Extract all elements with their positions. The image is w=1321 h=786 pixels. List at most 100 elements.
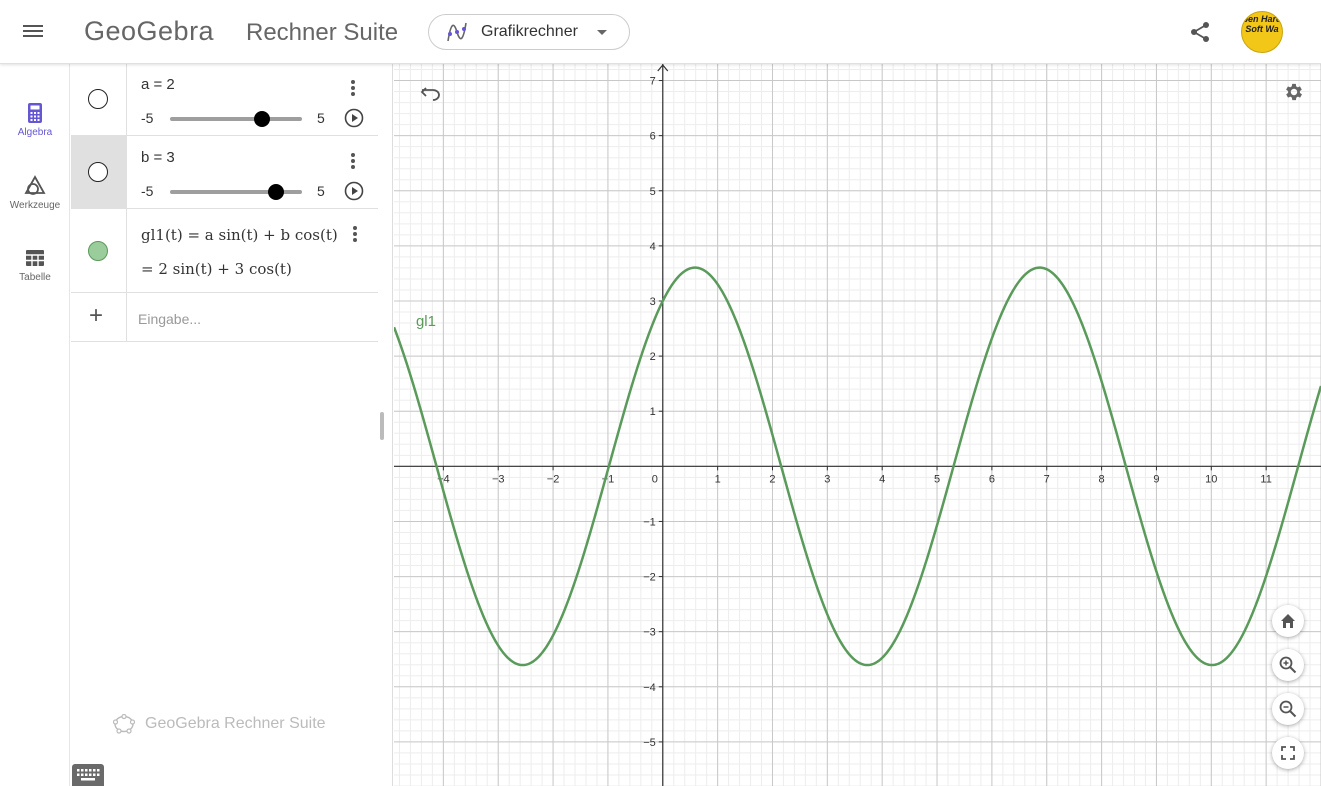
x-tick-label: 10	[1205, 473, 1217, 485]
x-tick-label: −2	[547, 473, 560, 485]
marble-column	[71, 64, 127, 135]
nav-rail: Algebra Werkzeuge Tabelle	[0, 64, 70, 786]
function-plot[interactable]: −4 −3 −2 −1 0 1 2 3 4 5 6 7 8 9 10 11−5−4−3−2−11234567 …	[394, 64, 1321, 786]
suite-title: Rechner Suite	[246, 19, 399, 46]
curve-label[interactable]: gl1	[416, 313, 436, 330]
more-options-icon[interactable]	[352, 226, 358, 244]
x-tick-label: 0	[652, 473, 658, 485]
marble-column: +	[71, 293, 127, 341]
marble-column	[71, 136, 127, 208]
x-tick-label: 7	[1044, 473, 1050, 485]
app-selector-dropdown[interactable]: Grafikrechner	[428, 14, 630, 50]
slider-min-label: -5	[141, 110, 154, 126]
zoom-in-button[interactable]	[1272, 649, 1304, 681]
rail-item-label: Werkzeuge	[9, 200, 61, 211]
share-icon[interactable]	[1188, 20, 1212, 44]
rail-item-werkzeuge[interactable]: Werkzeuge	[0, 175, 70, 235]
slider-thumb[interactable]	[254, 111, 271, 127]
play-icon[interactable]	[344, 108, 364, 128]
algebra-row-a[interactable]: a = 2 -5 5	[71, 64, 378, 136]
watermark-text: GeoGebra Rechner Suite	[145, 715, 326, 732]
keyboard-icon[interactable]	[72, 764, 104, 786]
gear-icon[interactable]	[1283, 81, 1305, 103]
menu-icon[interactable]	[22, 22, 46, 42]
geogebra-logo-icon	[113, 714, 135, 734]
x-tick-label: −3	[492, 473, 505, 485]
fullscreen-icon	[1281, 746, 1295, 760]
y-tick-label: 5	[650, 186, 656, 198]
algebra-input[interactable]	[138, 309, 368, 329]
y-tick-label: 2	[650, 351, 656, 363]
slider-thumb[interactable]	[267, 184, 284, 200]
y-tick-label: −5	[643, 737, 656, 749]
y-tick-label: −1	[643, 516, 656, 528]
visibility-toggle[interactable]	[88, 241, 108, 261]
x-tick-label: 6	[989, 473, 995, 485]
x-tick-label: 2	[769, 473, 775, 485]
undo-icon[interactable]	[420, 84, 442, 102]
y-tick-label: 1	[650, 406, 656, 418]
rail-item-label: Tabelle	[19, 272, 51, 283]
watermark: GeoGebra Rechner Suite	[113, 714, 326, 734]
zoom-out-icon	[1279, 700, 1297, 718]
slider-definition[interactable]: a = 2	[141, 76, 175, 93]
y-tick-label: 7	[650, 76, 656, 88]
zoom-out-button[interactable]	[1272, 693, 1304, 725]
slider-definition[interactable]: b = 3	[141, 149, 175, 166]
avatar-text: pen Hard Soft Wa	[1242, 14, 1282, 34]
slider-min-label: -5	[141, 183, 154, 199]
rail-item-algebra[interactable]: Algebra	[0, 102, 70, 162]
slider-max-label: 5	[317, 110, 325, 126]
y-tick-label: −3	[643, 627, 656, 639]
fullscreen-button[interactable]	[1272, 737, 1304, 769]
marble-column	[71, 209, 127, 292]
algebra-row-b[interactable]: b = 3 -5 5	[71, 136, 378, 209]
major-grid	[394, 64, 1321, 786]
x-tick-label: 9	[1153, 473, 1159, 485]
tick-labels: −4 −3 −2 −1 0 1 2 3 4 5 6 7 8 9 10 11−5−4−3−2−11234567	[437, 76, 1272, 749]
play-icon[interactable]	[344, 181, 364, 201]
x-tick-label: 1	[715, 473, 721, 485]
x-tick-label: 3	[824, 473, 830, 485]
algebra-panel: a = 2 -5 5 b = 3 -5 5 gl1(t) = a sin(t) …	[71, 64, 393, 786]
y-tick-label: 4	[650, 241, 656, 253]
home-icon	[1281, 614, 1295, 628]
y-tick-label: −4	[643, 682, 656, 694]
algebra-input-row[interactable]: +	[71, 293, 378, 342]
more-options-icon[interactable]	[350, 80, 356, 98]
calculator-icon	[28, 103, 42, 123]
slider-a-track[interactable]	[170, 111, 302, 127]
shapes-icon	[24, 175, 46, 195]
app-header: GeoGebra Rechner Suite Grafikrechner pen…	[0, 0, 1321, 64]
x-tick-label: 4	[879, 473, 885, 485]
graphing-app-icon	[447, 22, 467, 42]
algebra-row-function[interactable]: gl1(t) = a sin(t) + b cos(t) = 2 sin(t) …	[71, 209, 378, 293]
x-tick-label: 5	[934, 473, 940, 485]
visibility-toggle[interactable]	[88, 162, 108, 182]
x-tick-label: 11	[1260, 473, 1271, 485]
geogebra-logo[interactable]: GeoGebra	[84, 16, 214, 47]
x-tick-label: 8	[1099, 473, 1105, 485]
y-tick-label: 3	[650, 296, 656, 308]
slider-b-track[interactable]	[170, 184, 302, 200]
function-result: = 2 sin(t) + 3 cos(t)	[141, 260, 292, 278]
graphics-view[interactable]: −4 −3 −2 −1 0 1 2 3 4 5 6 7 8 9 10 11 −5 −4 −3 −2 −1 1 2 3 4 5 6 7 …	[394, 64, 1321, 786]
rail-item-tabelle[interactable]: Tabelle	[0, 247, 70, 307]
user-avatar[interactable]: pen Hard Soft Wa	[1241, 11, 1283, 53]
y-tick-label: −2	[643, 572, 656, 584]
add-icon[interactable]: +	[89, 304, 103, 328]
chevron-down-icon	[597, 30, 607, 35]
zoom-in-icon	[1279, 656, 1297, 674]
home-button[interactable]	[1272, 605, 1304, 637]
visibility-toggle[interactable]	[88, 89, 108, 109]
panel-resize-handle[interactable]	[380, 412, 384, 440]
axes	[394, 64, 1321, 786]
function-definition[interactable]: gl1(t) = a sin(t) + b cos(t)	[141, 226, 338, 244]
app-selector-label: Grafikrechner	[481, 23, 578, 40]
rail-item-label: Algebra	[17, 127, 53, 138]
y-tick-label: 6	[650, 131, 656, 143]
table-icon	[26, 250, 44, 266]
slider-max-label: 5	[317, 183, 325, 199]
more-options-icon[interactable]	[350, 153, 356, 171]
minor-grid	[394, 64, 1321, 786]
